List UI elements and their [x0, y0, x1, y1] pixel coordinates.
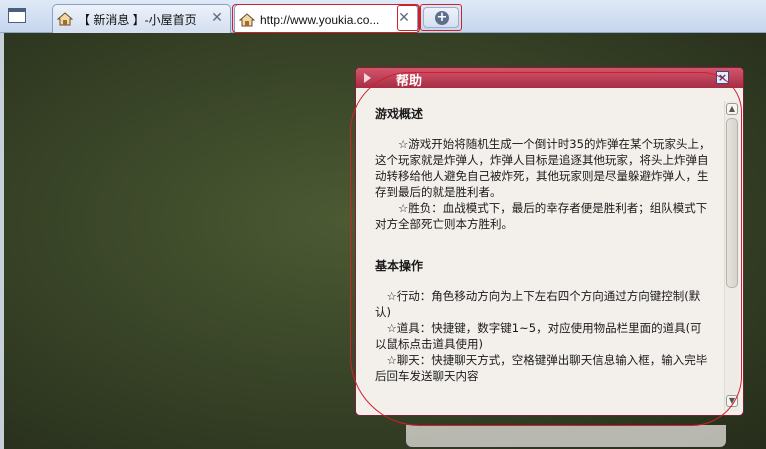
annotation-outline-close-button: [397, 5, 419, 31]
tab-title: 【 新消息 】-小屋首页: [78, 12, 197, 27]
sidebar-icon[interactable]: [8, 8, 26, 23]
annotation-outline-help-content: [350, 72, 742, 426]
house-favicon-icon: [57, 12, 73, 26]
close-icon[interactable]: ✕: [209, 10, 225, 26]
annotation-outline-active-tab: [232, 4, 420, 33]
tab-xiaowu-home[interactable]: 【 新消息 】-小屋首页 ✕: [52, 4, 231, 33]
play-arrow-icon: [364, 73, 371, 83]
annotation-outline-new-tab: [420, 4, 462, 31]
panel-shadow: [406, 425, 726, 447]
